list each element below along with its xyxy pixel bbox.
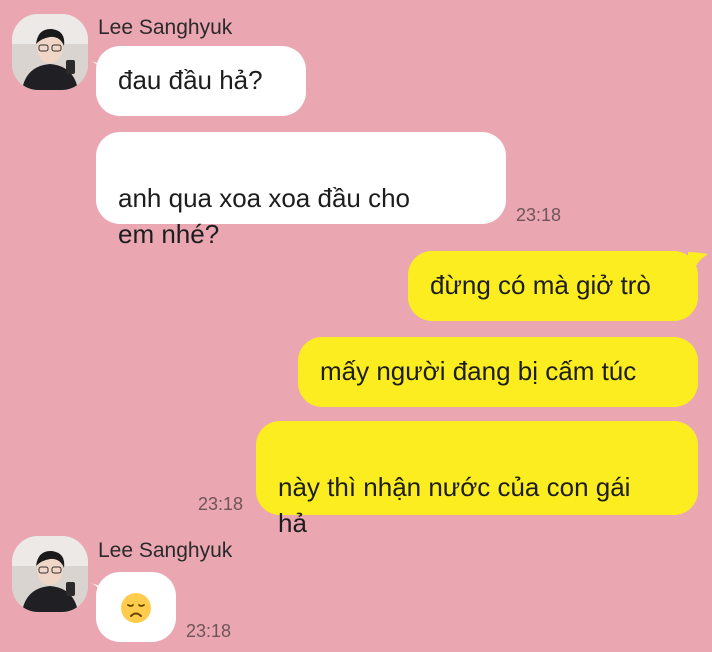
message-text: anh qua xoa xoa đầu cho em nhé? — [118, 183, 411, 249]
message-text: đừng có mà giở trò — [430, 270, 651, 300]
message-bubble[interactable] — [96, 572, 176, 642]
timestamp: 23:18 — [198, 494, 244, 514]
message-bubble[interactable]: đau đầu hả? — [96, 46, 306, 116]
message-bubble[interactable]: mấy người đang bị cấm túc — [298, 337, 698, 407]
bubble-tail — [688, 252, 708, 277]
disappointed-face-icon — [120, 592, 152, 633]
timestamp: 23:18 — [186, 621, 232, 641]
message-text: này thì nhận nước của con gái hả — [278, 472, 631, 538]
message-bubble[interactable]: anh qua xoa xoa đầu cho em nhé? — [96, 132, 506, 249]
message-text: đau đầu hả? — [118, 65, 263, 95]
message-text: mấy người đang bị cấm túc — [320, 356, 637, 386]
sender-name: Lee Sanghyuk — [98, 16, 233, 39]
sender-name: Lee Sanghyuk — [98, 539, 233, 562]
avatar[interactable] — [12, 14, 88, 90]
timestamp: 23:18 — [516, 205, 562, 225]
message-bubble[interactable]: đừng có mà giở trò — [408, 251, 698, 321]
avatar[interactable] — [12, 536, 88, 612]
message-bubble[interactable]: này thì nhận nước của con gái hả — [256, 421, 698, 538]
